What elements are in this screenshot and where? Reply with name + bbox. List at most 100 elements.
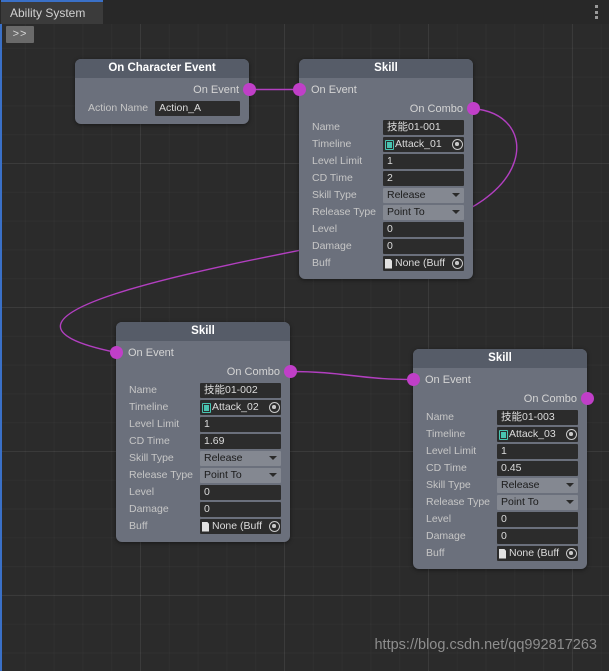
field-text-input[interactable]: 技能01-001 bbox=[383, 120, 464, 135]
field-object-reference[interactable]: Attack_02 bbox=[200, 400, 281, 415]
port-dot-icon[interactable] bbox=[293, 83, 306, 96]
field-label: Level bbox=[129, 486, 155, 498]
field-object-reference[interactable]: None (Buff bbox=[497, 546, 578, 561]
field-label: Release Type bbox=[312, 206, 377, 218]
node-skill-01-002[interactable]: Skill On Event On Combo Name 技能01-002 Timelin… bbox=[110, 322, 297, 542]
field-row: Timeline Attack_01 bbox=[299, 137, 473, 152]
field-value: 0 bbox=[387, 240, 393, 252]
field-row: Release Type Point To bbox=[299, 205, 473, 220]
field-object-reference[interactable]: Attack_03 bbox=[497, 427, 578, 442]
port-dot-icon[interactable] bbox=[243, 83, 256, 96]
field-text-input[interactable]: 0 bbox=[497, 529, 578, 544]
node-skill-01-001[interactable]: Skill On Event On Combo Name 技能01-001 Timelin… bbox=[293, 59, 480, 279]
field-dropdown[interactable]: Release bbox=[497, 478, 578, 493]
field-dropdown[interactable]: Point To bbox=[497, 495, 578, 510]
field-value: 1.69 bbox=[204, 435, 225, 447]
field-text-input[interactable]: 2 bbox=[383, 171, 464, 186]
field-text-input[interactable]: 技能01-002 bbox=[200, 383, 281, 398]
field-label: Skill Type bbox=[129, 452, 174, 464]
field-label: Level bbox=[312, 223, 338, 235]
output-port-row[interactable]: On Combo bbox=[116, 362, 297, 381]
field-value: Release bbox=[204, 452, 243, 464]
field-text-input[interactable]: 1.69 bbox=[200, 434, 281, 449]
port-dot-icon[interactable] bbox=[284, 365, 297, 378]
object-picker-icon[interactable] bbox=[269, 402, 280, 413]
output-port-row[interactable]: On Combo bbox=[413, 389, 594, 408]
field-label: Timeline bbox=[426, 428, 466, 440]
expand-sidebar-button[interactable]: >> bbox=[6, 26, 34, 43]
field-text-input[interactable]: 1 bbox=[497, 444, 578, 459]
input-port-row[interactable]: On Event bbox=[293, 80, 473, 99]
field-object-reference[interactable]: None (Buff bbox=[383, 256, 464, 271]
port-dot-icon[interactable] bbox=[407, 373, 420, 386]
field-text-input[interactable]: 1 bbox=[383, 154, 464, 169]
field-value: Release bbox=[501, 479, 540, 491]
field-dropdown[interactable]: Release bbox=[383, 188, 464, 203]
output-port-row[interactable]: On Combo bbox=[299, 99, 480, 118]
field-text-input[interactable]: 1 bbox=[200, 417, 281, 432]
field-value: 1 bbox=[501, 445, 507, 457]
field-label: Timeline bbox=[129, 401, 169, 413]
port-label: On Event bbox=[425, 374, 471, 386]
field-value: Release bbox=[387, 189, 426, 201]
field-label: Level bbox=[426, 513, 452, 525]
field-row: Level 0 bbox=[116, 485, 290, 500]
field-text-input[interactable]: 0 bbox=[200, 485, 281, 500]
field-row: Release Type Point To bbox=[116, 468, 290, 483]
node-skill-01-003[interactable]: Skill On Event On Combo Name 技能01-003 Timelin… bbox=[407, 349, 594, 569]
tab-ability-system[interactable]: Ability System bbox=[1, 0, 103, 24]
input-port-row[interactable]: On Event bbox=[407, 370, 587, 389]
object-picker-icon[interactable] bbox=[269, 521, 280, 532]
field-label: Buff bbox=[312, 257, 331, 269]
field-row: Damage 0 bbox=[299, 239, 473, 254]
field-text-input[interactable]: 0.45 bbox=[497, 461, 578, 476]
port-label: On Event bbox=[193, 84, 239, 96]
kebab-menu-icon[interactable] bbox=[590, 4, 602, 20]
script-asset-icon bbox=[202, 522, 211, 532]
port-dot-icon[interactable] bbox=[467, 102, 480, 115]
input-port-row[interactable]: On Event bbox=[110, 343, 290, 362]
field-text-input[interactable]: 0 bbox=[200, 502, 281, 517]
field-dropdown[interactable]: Point To bbox=[383, 205, 464, 220]
field-label: Buff bbox=[129, 520, 148, 532]
object-picker-icon[interactable] bbox=[452, 139, 463, 150]
field-label: Timeline bbox=[312, 138, 352, 150]
node-body: On Event On Combo Name 技能01-001 Timeline Atta… bbox=[293, 78, 480, 279]
field-text-input[interactable]: 0 bbox=[497, 512, 578, 527]
field-value: Point To bbox=[501, 496, 539, 508]
field-object-reference[interactable]: Attack_01 bbox=[383, 137, 464, 152]
port-label: On Combo bbox=[523, 393, 577, 405]
object-picker-icon[interactable] bbox=[566, 429, 577, 440]
port-dot-icon[interactable] bbox=[110, 346, 123, 359]
graph-canvas[interactable]: On Character Event On Event Action Name Act… bbox=[0, 24, 609, 671]
object-picker-icon[interactable] bbox=[452, 258, 463, 269]
node-title: Skill bbox=[116, 322, 290, 341]
field-value: 技能01-002 bbox=[204, 384, 258, 396]
watermark-text: https://blog.csdn.net/qq992817263 bbox=[374, 637, 597, 653]
port-label: On Event bbox=[311, 84, 357, 96]
node-title: Skill bbox=[413, 349, 587, 368]
tab-label: Ability System bbox=[10, 6, 86, 20]
object-picker-icon[interactable] bbox=[566, 548, 577, 559]
field-object-reference[interactable]: None (Buff bbox=[200, 519, 281, 534]
output-port-row[interactable]: On Event bbox=[75, 80, 256, 99]
field-text-input[interactable]: 0 bbox=[383, 239, 464, 254]
field-value: 0 bbox=[387, 223, 393, 235]
field-text-input[interactable]: Action_A bbox=[155, 101, 240, 116]
field-row: Timeline Attack_03 bbox=[413, 427, 587, 442]
field-dropdown[interactable]: Release bbox=[200, 451, 281, 466]
field-label: Buff bbox=[426, 547, 445, 559]
field-label: CD Time bbox=[312, 172, 353, 184]
field-text-input[interactable]: 0 bbox=[383, 222, 464, 237]
chevron-down-icon bbox=[566, 500, 574, 504]
field-label: CD Time bbox=[426, 462, 467, 474]
field-value: 0 bbox=[501, 513, 507, 525]
port-dot-icon[interactable] bbox=[581, 392, 594, 405]
field-value: 0.45 bbox=[501, 462, 522, 474]
field-row: Level 0 bbox=[299, 222, 473, 237]
field-dropdown[interactable]: Point To bbox=[200, 468, 281, 483]
field-label: Level Limit bbox=[312, 155, 363, 167]
field-label: Release Type bbox=[426, 496, 491, 508]
node-on-character-event[interactable]: On Character Event On Event Action Name Act… bbox=[75, 59, 256, 124]
field-text-input[interactable]: 技能01-003 bbox=[497, 410, 578, 425]
